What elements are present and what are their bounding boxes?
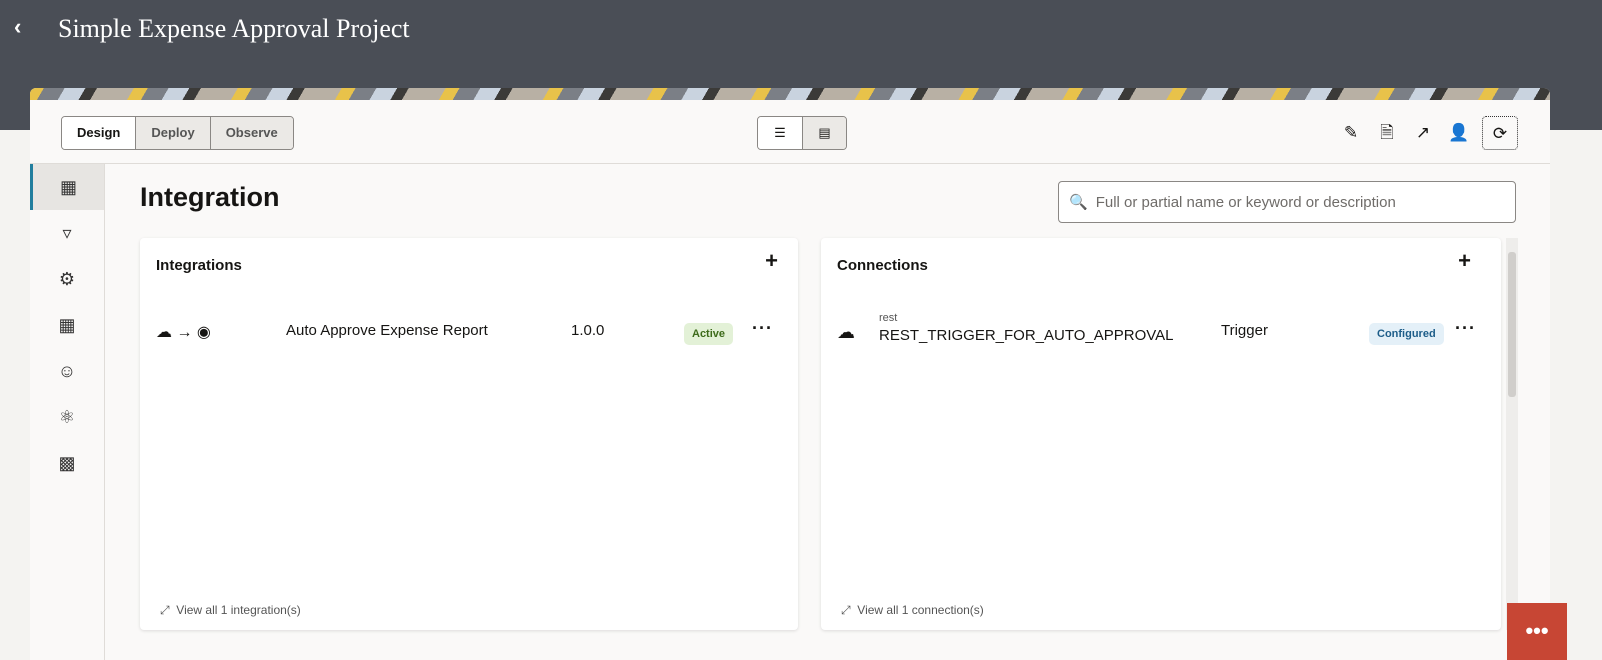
connection-type: rest [879, 312, 898, 324]
cloud-plug-icon: ☁ [837, 322, 855, 342]
search-input[interactable]: 🔍 Full or partial name or keyword or des… [1058, 181, 1516, 223]
status-badge: Active [684, 323, 734, 345]
page-header-title: Simple Expense Approval Project [58, 14, 410, 43]
chat-button[interactable]: ••• [1507, 603, 1567, 660]
edit-icon[interactable]: ✎ [1338, 116, 1364, 150]
more-actions-icon[interactable]: ··· [752, 318, 773, 339]
list-view-icon[interactable]: ☰ [758, 117, 802, 149]
tab-design[interactable]: Design [62, 117, 136, 149]
sidebar: ▦ ▿ ⚙ ▦ ☺ ⚛ ▩ [30, 164, 105, 660]
refresh-icon[interactable]: ⟳ [1482, 116, 1518, 150]
connection-role: Trigger [1221, 322, 1268, 339]
mode-tabs: Design Deploy Observe [61, 116, 294, 150]
sidebar-building-icon[interactable]: ▩ [30, 440, 104, 486]
main-panel: Design Deploy Observe ☰ ▤ ✎ 🗎 ↗ 👤 ⟳ ▦ ▿ … [30, 88, 1550, 660]
view-all-connections-link[interactable]: ⤢ View all 1 connection(s) [841, 603, 984, 618]
sidebar-integration-icon[interactable]: ▦ [30, 164, 104, 210]
tree-view-icon[interactable]: ▤ [802, 117, 846, 149]
view-all-integrations-link[interactable]: ⤢ View all 1 integration(s) [160, 603, 301, 618]
sidebar-process-icon[interactable]: ▿ [30, 210, 104, 256]
tab-deploy[interactable]: Deploy [135, 117, 210, 149]
view-all-label: View all 1 integration(s) [176, 603, 301, 617]
search-placeholder: Full or partial name or keyword or descr… [1095, 193, 1396, 211]
status-badge: Configured [1369, 323, 1444, 345]
decorative-banner [30, 88, 1550, 100]
connections-title: Connections [837, 257, 928, 274]
sidebar-table-icon[interactable]: ▦ [30, 302, 104, 348]
list-item[interactable]: ☁ → ◉ Auto Approve Expense Report 1.0.0 … [156, 316, 782, 356]
integrations-title: Integrations [156, 257, 242, 274]
scrollbar[interactable] [1506, 238, 1518, 630]
more-actions-icon[interactable]: ··· [1455, 318, 1476, 339]
sidebar-user-icon[interactable]: ☺ [30, 348, 104, 394]
document-icon[interactable]: 🗎 [1374, 116, 1400, 150]
integrations-card: Integrations + ☁ → ◉ Auto Approve Expens… [140, 238, 798, 630]
user-settings-icon[interactable]: 👤 [1446, 116, 1472, 150]
connection-name[interactable]: REST_TRIGGER_FOR_AUTO_APPROVAL [879, 327, 1174, 344]
list-item[interactable]: ☁ rest REST_TRIGGER_FOR_AUTO_APPROVAL Tr… [837, 312, 1485, 356]
tab-observe[interactable]: Observe [209, 117, 293, 149]
integration-version: 1.0.0 [571, 322, 605, 339]
add-connection-button[interactable]: + [1458, 248, 1471, 274]
sidebar-robot-icon[interactable]: ⚙ [30, 256, 104, 302]
view-toggle: ☰ ▤ [757, 116, 847, 150]
search-icon: 🔍 [1069, 194, 1088, 211]
cloud-to-endpoint-icon: ☁ → ◉ [156, 324, 211, 341]
integration-name[interactable]: Auto Approve Expense Report [286, 322, 488, 339]
sidebar-lookup-icon[interactable]: ⚛ [30, 394, 104, 440]
open-external-icon[interactable]: ↗ [1410, 116, 1436, 150]
connections-card: Connections + ☁ rest REST_TRIGGER_FOR_AU… [821, 238, 1501, 630]
back-icon[interactable]: ‹ [14, 14, 21, 40]
toolbar: Design Deploy Observe ☰ ▤ ✎ 🗎 ↗ 👤 ⟳ [30, 100, 1550, 164]
view-all-label: View all 1 connection(s) [857, 603, 984, 617]
add-integration-button[interactable]: + [765, 248, 778, 274]
